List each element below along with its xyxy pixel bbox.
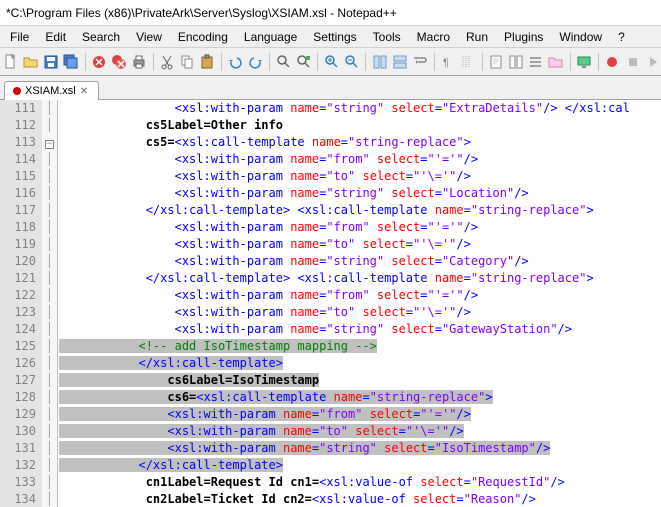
record-macro-icon[interactable] — [604, 52, 621, 72]
monitor-icon[interactable] — [576, 52, 593, 72]
paste-icon[interactable] — [199, 52, 216, 72]
tab-bar: XSIAM.xsl ✕ — [0, 76, 661, 100]
doc-map-icon[interactable] — [488, 52, 505, 72]
separator — [317, 53, 318, 71]
menu-encoding[interactable]: Encoding — [170, 28, 236, 46]
sync-v-icon[interactable] — [371, 52, 388, 72]
editor-area[interactable]: 1111121131141151161171181191201211221231… — [0, 100, 661, 507]
menu-settings[interactable]: Settings — [305, 28, 364, 46]
line-number-gutter: 1111121131141151161171181191201211221231… — [0, 100, 42, 507]
window-title: *C:\Program Files (x86)\PrivateArk\Serve… — [6, 6, 397, 20]
menu-bar: FileEditSearchViewEncodingLanguageSettin… — [0, 26, 661, 48]
find-icon[interactable] — [275, 52, 292, 72]
separator — [570, 53, 571, 71]
menu-macro[interactable]: Macro — [409, 28, 458, 46]
separator — [269, 53, 270, 71]
separator — [482, 53, 483, 71]
new-file-icon[interactable] — [2, 52, 19, 72]
menu-language[interactable]: Language — [236, 28, 305, 46]
print-icon[interactable] — [131, 52, 148, 72]
zoom-in-icon[interactable] — [323, 52, 340, 72]
svg-text:¶: ¶ — [443, 57, 449, 69]
menu-plugins[interactable]: Plugins — [496, 28, 551, 46]
show-all-chars-icon[interactable]: ¶ — [439, 52, 456, 72]
separator — [221, 53, 222, 71]
menu-window[interactable]: Window — [551, 28, 610, 46]
menu-run[interactable]: Run — [458, 28, 496, 46]
folder-icon[interactable] — [548, 52, 565, 72]
code-content[interactable]: <xsl:with-param name="string" select="Ex… — [58, 100, 661, 507]
separator — [365, 53, 366, 71]
tab-label: XSIAM.xsl — [25, 85, 76, 97]
tab-xsiam[interactable]: XSIAM.xsl ✕ — [4, 81, 99, 100]
separator — [598, 53, 599, 71]
wrap-icon[interactable] — [411, 52, 428, 72]
cut-icon[interactable] — [159, 52, 176, 72]
modified-dot-icon — [13, 87, 21, 95]
menu-file[interactable]: File — [2, 28, 37, 46]
save-all-icon[interactable] — [62, 52, 79, 72]
undo-icon[interactable] — [227, 52, 244, 72]
menu-view[interactable]: View — [128, 28, 170, 46]
tab-close-icon[interactable]: ✕ — [80, 86, 90, 96]
replace-icon[interactable] — [295, 52, 312, 72]
menu-edit[interactable]: Edit — [37, 28, 74, 46]
separator — [153, 53, 154, 71]
sync-h-icon[interactable] — [391, 52, 408, 72]
menu-search[interactable]: Search — [74, 28, 128, 46]
fold-gutter[interactable]: ││−││││││││││││││││││││││ — [42, 100, 58, 507]
copy-icon[interactable] — [179, 52, 196, 72]
title-bar: *C:\Program Files (x86)\PrivateArk\Serve… — [0, 0, 661, 26]
doc-list-icon[interactable] — [508, 52, 525, 72]
play-macro-icon[interactable] — [644, 52, 661, 72]
indent-guide-icon[interactable] — [460, 52, 477, 72]
redo-icon[interactable] — [247, 52, 264, 72]
save-icon[interactable] — [42, 52, 59, 72]
close-all-icon[interactable] — [110, 52, 127, 72]
menu-tools[interactable]: Tools — [365, 28, 409, 46]
zoom-out-icon[interactable] — [343, 52, 360, 72]
function-list-icon[interactable] — [528, 52, 545, 72]
separator — [85, 53, 86, 71]
toolbar: ¶ — [0, 48, 661, 76]
open-file-icon[interactable] — [22, 52, 39, 72]
stop-macro-icon[interactable] — [624, 52, 641, 72]
menu-?[interactable]: ? — [610, 28, 633, 46]
close-icon[interactable] — [90, 52, 107, 72]
separator — [434, 53, 435, 71]
